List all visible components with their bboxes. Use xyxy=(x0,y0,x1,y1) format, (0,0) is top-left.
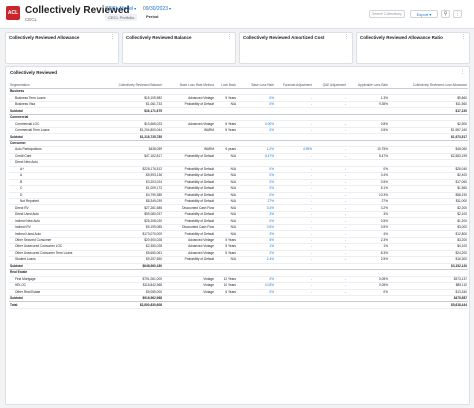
filter-icon[interactable]: ⚲ xyxy=(441,10,450,18)
chevron-down-icon: ▾ xyxy=(134,6,137,11)
more-icon[interactable]: ⋮ xyxy=(344,34,349,40)
column-header[interactable]: Base Loss Rate Method xyxy=(163,81,215,89)
page-subtitle: CECL xyxy=(25,17,38,22)
amortized-cost-card: Collectively Reviewed Amortized Cost ⋮ xyxy=(239,32,353,64)
app-logo: ACL xyxy=(6,6,20,20)
allowance-card: Collectively Reviewed Allowance ⋮ xyxy=(5,32,119,64)
more-icon[interactable]: ⋮ xyxy=(110,34,115,40)
app-header: ACL Collectively Reviewed CECL CECL Mode… xyxy=(0,0,474,29)
allowance-ratio-card: Collectively Reviewed Allowance Ratio ⋮ xyxy=(356,32,470,64)
card-title: Collectively Reviewed Amortized Cost xyxy=(243,35,325,40)
panel-title: Collectively Reviewed xyxy=(10,70,58,75)
more-icon[interactable]: ⋮ xyxy=(460,69,465,75)
balance-card: Collectively Reviewed Balance ⋮ xyxy=(122,32,236,64)
card-title: Collectively Reviewed Allowance Ratio xyxy=(360,35,443,40)
more-icon[interactable]: ⋮ xyxy=(461,34,466,40)
chevron-down-icon: ▾ xyxy=(429,12,432,17)
table-cell xyxy=(313,301,347,309)
column-header[interactable]: Look Back xyxy=(215,81,237,89)
table-cell xyxy=(347,301,389,309)
model-sub-label: CECL Portfolio xyxy=(105,14,138,21)
column-header[interactable]: Forecast Adjustment xyxy=(275,81,313,89)
column-header[interactable]: Q&E Adjustment xyxy=(313,81,347,89)
column-header[interactable]: Base Loss Rate xyxy=(237,81,275,89)
export-label: Export xyxy=(416,12,429,17)
table-header-row: Segmentation Collectively Reviewed Balanc… xyxy=(9,81,468,89)
column-header[interactable]: Collectively Reviewed Balance xyxy=(101,81,163,89)
model-selector-label: CECL Model xyxy=(105,6,134,12)
table-cell: $2,800,830,608 xyxy=(101,301,163,309)
date-selector[interactable]: 09/30/2023▾ xyxy=(143,6,171,12)
more-icon[interactable]: ⋮ xyxy=(453,10,462,18)
total-row: Total $2,800,830,608 $5,618,444 xyxy=(9,301,468,309)
table-cell xyxy=(163,301,215,309)
chevron-down-icon: ▾ xyxy=(169,6,172,11)
table-cell: $5,618,444 xyxy=(389,301,468,309)
date-sub-label: Period xyxy=(146,14,159,19)
collectively-reviewed-panel: Collectively Reviewed ⋮ Segmentation Coll… xyxy=(5,66,470,405)
table-cell xyxy=(275,301,313,309)
card-title: Collectively Reviewed Balance xyxy=(126,35,192,40)
date-selector-label: 09/30/2023 xyxy=(143,6,169,12)
search-input[interactable]: Search Collectively xyxy=(369,10,405,18)
table-cell xyxy=(237,301,275,309)
table-cell: Total xyxy=(9,301,101,309)
column-header[interactable]: Segmentation xyxy=(9,81,101,89)
column-header[interactable]: Applicable Loss Rate xyxy=(347,81,389,89)
model-selector[interactable]: CECL Model▾ xyxy=(105,6,136,12)
collectively-reviewed-table: Segmentation Collectively Reviewed Balanc… xyxy=(9,81,468,309)
table-cell xyxy=(215,301,237,309)
export-button[interactable]: Export ▾ xyxy=(410,10,438,18)
column-header[interactable]: Collectively Reviewed Loan Allowance xyxy=(389,81,468,89)
more-icon[interactable]: ⋮ xyxy=(227,34,232,40)
card-title: Collectively Reviewed Allowance xyxy=(9,35,80,40)
